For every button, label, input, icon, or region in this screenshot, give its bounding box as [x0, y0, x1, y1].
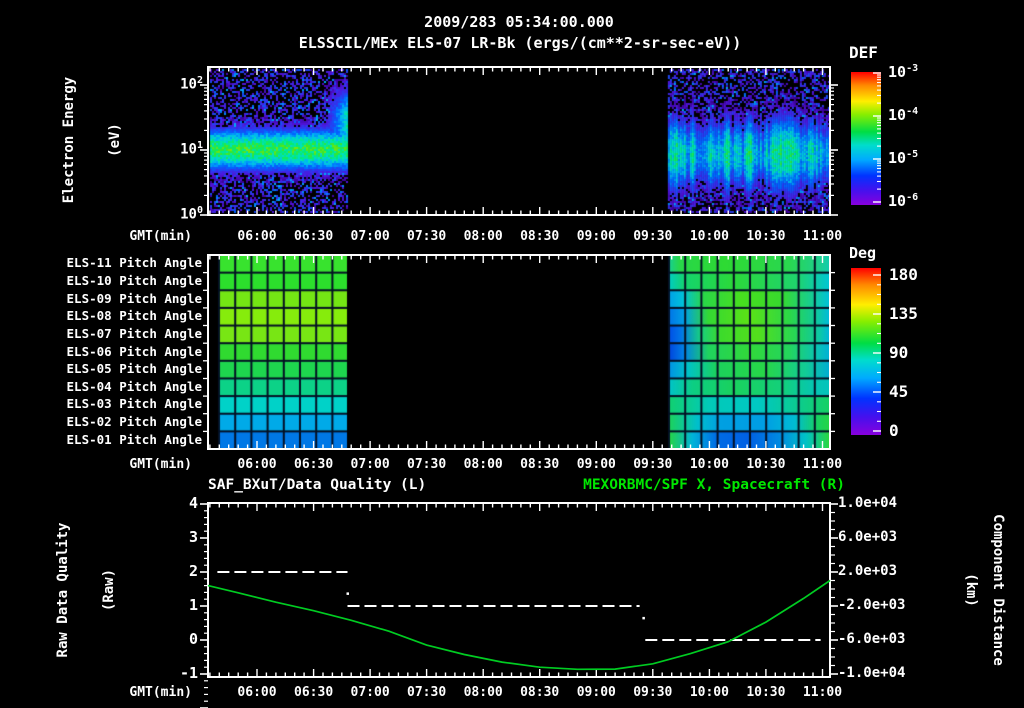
time-tick-label: 06:30 [282, 685, 346, 700]
time-tick-label: 08:30 [508, 229, 572, 244]
time-tick-label: 06:30 [282, 457, 346, 472]
time-tick-label: 08:00 [451, 229, 515, 244]
time-tick-label: 11:00 [791, 685, 855, 700]
gmt-label-quality: GMT(min) [88, 685, 192, 700]
deg-colorbar-tick-label: 180 [889, 265, 949, 284]
quality-ytick-label: -1 [152, 664, 198, 682]
time-tick-label: 11:00 [791, 457, 855, 472]
quality-ytick-label: 4 [152, 494, 198, 512]
time-tick-label: 06:00 [225, 229, 289, 244]
pitch-row-label: ELS-01 Pitch Angle [0, 432, 202, 449]
time-tick-label: 09:00 [564, 685, 628, 700]
pitch-row-label: ELS-02 Pitch Angle [0, 414, 202, 431]
time-tick-label: 08:30 [508, 457, 572, 472]
time-tick-label: 08:00 [451, 685, 515, 700]
time-tick-label: 09:00 [564, 457, 628, 472]
pitch-row-label: ELS-11 Pitch Angle [0, 255, 202, 272]
energy-ytick-label: 101 [138, 140, 203, 158]
time-tick-label: 07:00 [338, 457, 402, 472]
quality-ytick-label: 2 [152, 562, 198, 580]
def-colorbar-tick-label: 10-5 [888, 149, 958, 167]
distance-ytick-label: -1.0e+04 [838, 665, 928, 681]
pitch-row-label: ELS-03 Pitch Angle [0, 396, 202, 413]
distance-ytick-label: 2.0e+03 [838, 563, 928, 579]
time-tick-label: 07:30 [395, 685, 459, 700]
time-tick-label: 09:30 [621, 229, 685, 244]
time-tick-label: 06:30 [282, 229, 346, 244]
deg-colorbar-tick-label: 90 [889, 343, 949, 362]
gmt-label-energy: GMT(min) [88, 229, 192, 244]
deg-colorbar-tick-label: 0 [889, 421, 949, 440]
time-tick-label: 08:00 [451, 457, 515, 472]
distance-ytick-label: -6.0e+03 [838, 631, 928, 647]
time-tick-label: 10:00 [677, 685, 741, 700]
pitch-row-label: ELS-04 Pitch Angle [0, 379, 202, 396]
time-tick-label: 10:30 [734, 685, 798, 700]
distance-ytick-label: -2.0e+03 [838, 597, 928, 613]
time-tick-label: 09:00 [564, 229, 628, 244]
def-colorbar-tick-label: 10-4 [888, 106, 958, 124]
pitch-row-label: ELS-10 Pitch Angle [0, 273, 202, 290]
pitch-row-label: ELS-08 Pitch Angle [0, 308, 202, 325]
pitch-row-label: ELS-07 Pitch Angle [0, 326, 202, 343]
time-tick-label: 07:00 [338, 685, 402, 700]
pitch-row-label: ELS-06 Pitch Angle [0, 344, 202, 361]
gmt-label-pitch: GMT(min) [88, 457, 192, 472]
def-colorbar-tick-label: 10-3 [888, 63, 958, 81]
time-tick-label: 07:00 [338, 229, 402, 244]
time-tick-label: 10:30 [734, 229, 798, 244]
time-tick-label: 10:00 [677, 229, 741, 244]
quality-ytick-label: 3 [152, 528, 198, 546]
time-tick-label: 11:00 [791, 229, 855, 244]
quality-ytick-label: 0 [152, 630, 198, 648]
time-tick-label: 07:30 [395, 229, 459, 244]
def-colorbar-tick-label: 10-6 [888, 192, 958, 210]
pitch-row-label: ELS-05 Pitch Angle [0, 361, 202, 378]
quality-ytick-label: 1 [152, 596, 198, 614]
time-tick-label: 06:00 [225, 685, 289, 700]
time-tick-label: 07:30 [395, 457, 459, 472]
time-tick-label: 08:30 [508, 685, 572, 700]
time-tick-label: 10:30 [734, 457, 798, 472]
time-tick-label: 06:00 [225, 457, 289, 472]
time-tick-label: 09:30 [621, 457, 685, 472]
pitch-row-label: ELS-09 Pitch Angle [0, 291, 202, 308]
distance-ytick-label: 1.0e+04 [838, 495, 928, 511]
energy-ytick-label: 100 [138, 205, 203, 223]
time-tick-label: 10:00 [677, 457, 741, 472]
deg-colorbar-tick-label: 135 [889, 304, 949, 323]
deg-colorbar-tick-label: 45 [889, 382, 949, 401]
distance-ytick-label: 6.0e+03 [838, 529, 928, 545]
els-quicklook-figure: 2009/283 05:34:00.000 ELSSCIL/MEx ELS-07… [0, 0, 1024, 708]
time-tick-label: 09:30 [621, 685, 685, 700]
energy-ytick-label: 102 [138, 75, 203, 93]
